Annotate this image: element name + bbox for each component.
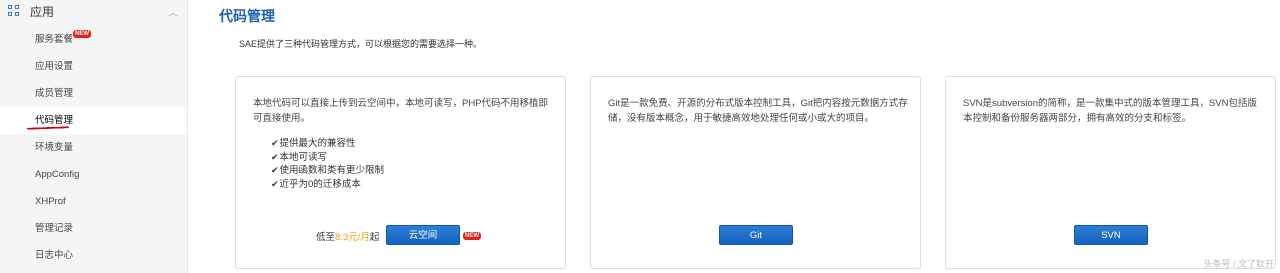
check-icon: ✔ <box>271 178 279 189</box>
page-title: 代码管理 <box>219 8 275 24</box>
sidebar-item-label: XHProf <box>35 196 66 207</box>
new-badge: NEW <box>463 232 481 240</box>
price-suffix: 起 <box>369 232 380 243</box>
card-svn: SVN是subversion的简称，是一款集中式的版本管理工具，SVN包括版本控… <box>945 76 1276 269</box>
sidebar-item-label: 服务套餐 <box>35 34 74 45</box>
sidebar-item-service-plan[interactable]: 服务套餐 NEW <box>0 26 187 53</box>
sidebar-item-app-settings[interactable]: 应用设置 <box>0 53 187 80</box>
sidebar-item-label: 成员管理 <box>35 88 74 99</box>
git-button[interactable]: Git <box>719 225 793 245</box>
price-value: 8.3元/月 <box>335 232 370 243</box>
svn-button[interactable]: SVN <box>1074 225 1148 245</box>
sidebar-item-env-vars[interactable]: 环境变量 <box>0 134 187 161</box>
price-row: 低至 8.3元/月起 <box>316 229 379 243</box>
feature-item: ✔本地可读写 <box>271 151 328 163</box>
check-icon: ✔ <box>271 138 279 148</box>
feature-item: ✔使用函数和类有更少限制 <box>271 165 385 176</box>
sidebar-item-label: 代码管理 <box>35 115 74 126</box>
sidebar-item-appconfig[interactable]: AppConfig <box>0 161 187 188</box>
sidebar-item-label: 管理记录 <box>35 223 74 234</box>
card-cloud-space: 本地代码可以直接上传到云空间中，本地可读写，PHP代码不用移植即可直接使用。 ✔… <box>235 76 566 269</box>
card-description: 本地代码可以直接上传到云空间中，本地可读写，PHP代码不用移植即可直接使用。 <box>253 98 549 124</box>
sidebar-item-members[interactable]: 成员管理 <box>0 80 187 107</box>
feature-item: ✔近乎为0的迁移成本 <box>271 178 361 190</box>
chevron-up-icon[interactable]: ︿ <box>168 4 178 19</box>
price-prefix: 低至 <box>316 232 336 243</box>
card-description: SVN是subversion的简称，是一款集中式的版本管理工具，SVN包括版本控… <box>963 98 1258 124</box>
feature-list: ✔提供最大的兼容性 ✔本地可读写 ✔使用函数和类有更少限制 ✔近乎为0的迁移成本 <box>271 137 384 191</box>
sidebar-item-label: AppConfig <box>35 169 80 180</box>
cloud-space-button[interactable]: 云空间 <box>386 225 460 245</box>
watermark: 头条号 / 文了钦开 <box>1203 259 1274 269</box>
page-description: SAE提供了三种代码管理方式，可以根据您的需要选择一种。 <box>239 39 483 49</box>
card-git: Git是一款免费、开源的分布式版本控制工具，Git把内容按元数据方式存储，没有版… <box>590 76 921 269</box>
sidebar-item-admin-log[interactable]: 管理记录 <box>0 215 187 242</box>
card-description: Git是一款免费、开源的分布式版本控制工具，Git把内容按元数据方式存储，没有版… <box>608 98 908 124</box>
grid-icon <box>8 5 20 17</box>
sidebar-item-label: 环境变量 <box>35 142 74 153</box>
sidebar-section-header[interactable]: 应用 ︿ <box>0 0 187 22</box>
check-icon: ✔ <box>271 165 279 175</box>
sidebar-section-title: 应用 <box>30 4 55 19</box>
sidebar-item-code-management[interactable]: 代码管理 <box>0 107 187 134</box>
feature-item: ✔提供最大的兼容性 <box>271 138 356 149</box>
sidebar-item-log-center[interactable]: 日志中心 <box>0 242 187 269</box>
sidebar-item-xhprof[interactable]: XHProf <box>0 188 187 215</box>
check-icon: ✔ <box>271 151 279 162</box>
sidebar-item-label: 应用设置 <box>35 61 74 72</box>
sidebar-item-label: 日志中心 <box>35 250 74 261</box>
new-badge: NEW <box>73 30 92 38</box>
sidebar: 应用 ︿ 服务套餐 NEW 应用设置 成员管理 代码管理 环境变量 AppConf… <box>0 0 188 273</box>
